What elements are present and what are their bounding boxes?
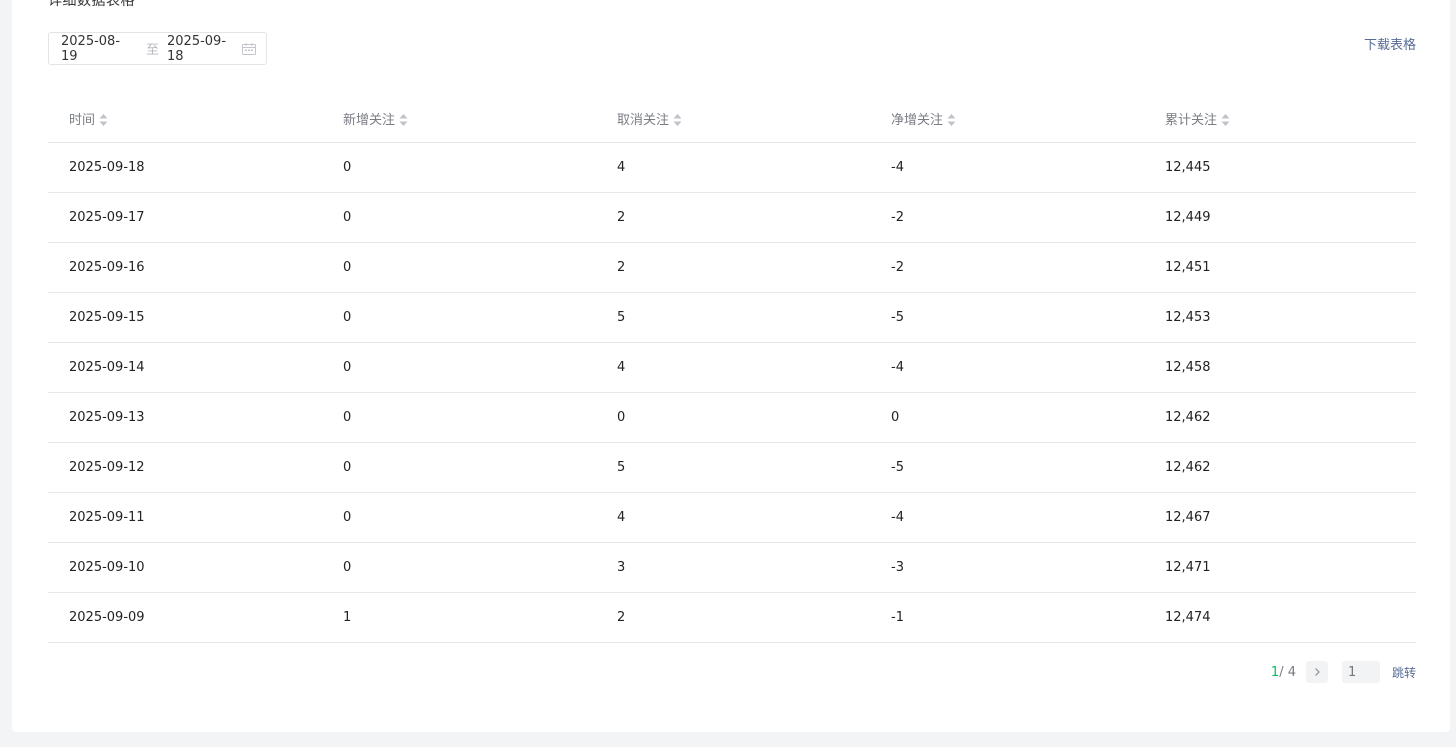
table-cell: 12,458 xyxy=(1144,342,1416,393)
calendar-icon[interactable] xyxy=(242,42,256,55)
table-cell: 0 xyxy=(322,342,596,393)
table-cell: 2025-09-10 xyxy=(48,542,322,593)
table-cell: 2025-09-11 xyxy=(48,492,322,543)
table-cell: 2 xyxy=(596,192,870,243)
table-cell: 1 xyxy=(322,592,596,643)
table-cell: 0 xyxy=(322,492,596,543)
table-row: 2025-09-14 0 4 -4 12,458 xyxy=(48,342,1416,393)
table-cell: 12,449 xyxy=(1144,192,1416,243)
column-header-label: 时间 xyxy=(69,113,96,128)
table-cell: 2025-09-12 xyxy=(48,442,322,493)
page-jump-input[interactable] xyxy=(1341,661,1380,683)
column-header[interactable]: 净增关注 xyxy=(870,95,1144,143)
total-pages: / 4 xyxy=(1279,664,1296,680)
current-page: 1 xyxy=(1270,664,1280,680)
table-cell: 12,462 xyxy=(1144,442,1416,493)
end-date[interactable]: 2025-09-18 xyxy=(167,34,242,64)
table-cell: -5 xyxy=(870,292,1144,343)
sort-icon[interactable] xyxy=(399,113,408,127)
table-cell: 0 xyxy=(322,142,596,193)
column-header[interactable]: 时间 xyxy=(48,95,322,143)
table-cell: 12,471 xyxy=(1144,542,1416,593)
table-row: 2025-09-13 0 0 0 12,462 xyxy=(48,392,1416,443)
table-cell: 12,451 xyxy=(1144,242,1416,293)
table-cell: 2025-09-15 xyxy=(48,292,322,343)
table-cell: -1 xyxy=(870,592,1144,643)
date-range-separator: 至 xyxy=(145,43,159,58)
section-title: 详细数据表格 xyxy=(48,0,135,9)
table-cell: 0 xyxy=(322,442,596,493)
download-table-link[interactable]: 下载表格 xyxy=(1364,34,1416,53)
table-cell: 2 xyxy=(596,242,870,293)
table-cell: 0 xyxy=(870,392,1144,443)
table-row: 2025-09-17 0 2 -2 12,449 xyxy=(48,192,1416,243)
column-header-label: 净增关注 xyxy=(891,113,944,128)
sort-icon[interactable] xyxy=(673,113,682,127)
sort-icon[interactable] xyxy=(1221,113,1230,127)
table-cell: 4 xyxy=(596,142,870,193)
table-cell: 2025-09-16 xyxy=(48,242,322,293)
table-cell: 12,462 xyxy=(1144,392,1416,443)
table-cell: 0 xyxy=(322,242,596,293)
column-header-label: 累计关注 xyxy=(1165,113,1218,128)
table-cell: 0 xyxy=(322,392,596,443)
table-cell: 12,474 xyxy=(1144,592,1416,643)
table-cell: 2025-09-18 xyxy=(48,142,322,193)
table-cell: -3 xyxy=(870,542,1144,593)
table-cell: 5 xyxy=(596,292,870,343)
table-row: 2025-09-16 0 2 -2 12,451 xyxy=(48,242,1416,293)
jump-button[interactable]: 跳转 xyxy=(1392,664,1416,681)
chevron-right-icon xyxy=(1315,668,1320,676)
table-cell: 2 xyxy=(596,592,870,643)
table-cell: 2025-09-13 xyxy=(48,392,322,443)
table-cell: -2 xyxy=(870,192,1144,243)
table-row: 2025-09-18 0 4 -4 12,445 xyxy=(48,142,1416,193)
start-date[interactable]: 2025-08-19 xyxy=(61,34,136,64)
table-header-row: 时间 新增关注 取消关注 净增关注 累计关注 xyxy=(48,95,1416,143)
table-cell: 5 xyxy=(596,442,870,493)
table-row: 2025-09-10 0 3 -3 12,471 xyxy=(48,542,1416,593)
table-cell: 0 xyxy=(322,542,596,593)
table-cell: 2025-09-14 xyxy=(48,342,322,393)
table-cell: 4 xyxy=(596,342,870,393)
table-row: 2025-09-15 0 5 -5 12,453 xyxy=(48,292,1416,343)
table-cell: 2025-09-09 xyxy=(48,592,322,643)
table-cell: 0 xyxy=(596,392,870,443)
table-cell: 12,453 xyxy=(1144,292,1416,343)
table-cell: 4 xyxy=(596,492,870,543)
table-row: 2025-09-09 1 2 -1 12,474 xyxy=(48,592,1416,643)
table-row: 2025-09-11 0 4 -4 12,467 xyxy=(48,492,1416,543)
column-header[interactable]: 取消关注 xyxy=(596,95,870,143)
table-cell: 0 xyxy=(322,292,596,343)
next-page-button[interactable] xyxy=(1305,661,1328,683)
table-cell: 3 xyxy=(596,542,870,593)
data-table: 时间 新增关注 取消关注 净增关注 累计关注 2025-09-18 0 4 -4 12,445 2… xyxy=(48,95,1416,643)
date-range-picker[interactable]: 2025-08-19 至 2025-09-18 xyxy=(48,32,267,65)
table-cell: -2 xyxy=(870,242,1144,293)
table-cell: 12,445 xyxy=(1144,142,1416,193)
table-cell: 12,467 xyxy=(1144,492,1416,543)
table-row: 2025-09-12 0 5 -5 12,462 xyxy=(48,442,1416,493)
table-cell: -4 xyxy=(870,342,1144,393)
column-header[interactable]: 新增关注 xyxy=(322,95,596,143)
table-cell: 0 xyxy=(322,192,596,243)
column-header-label: 新增关注 xyxy=(343,113,396,128)
table-cell: -4 xyxy=(870,492,1144,543)
table-cell: -4 xyxy=(870,142,1144,193)
sort-icon[interactable] xyxy=(947,113,956,127)
pagination: 1 / 4 跳转 xyxy=(1271,661,1416,683)
table-cell: 2025-09-17 xyxy=(48,192,322,243)
column-header[interactable]: 累计关注 xyxy=(1144,95,1416,143)
column-header-label: 取消关注 xyxy=(617,113,670,128)
table-cell: -5 xyxy=(870,442,1144,493)
sort-icon[interactable] xyxy=(99,113,108,127)
